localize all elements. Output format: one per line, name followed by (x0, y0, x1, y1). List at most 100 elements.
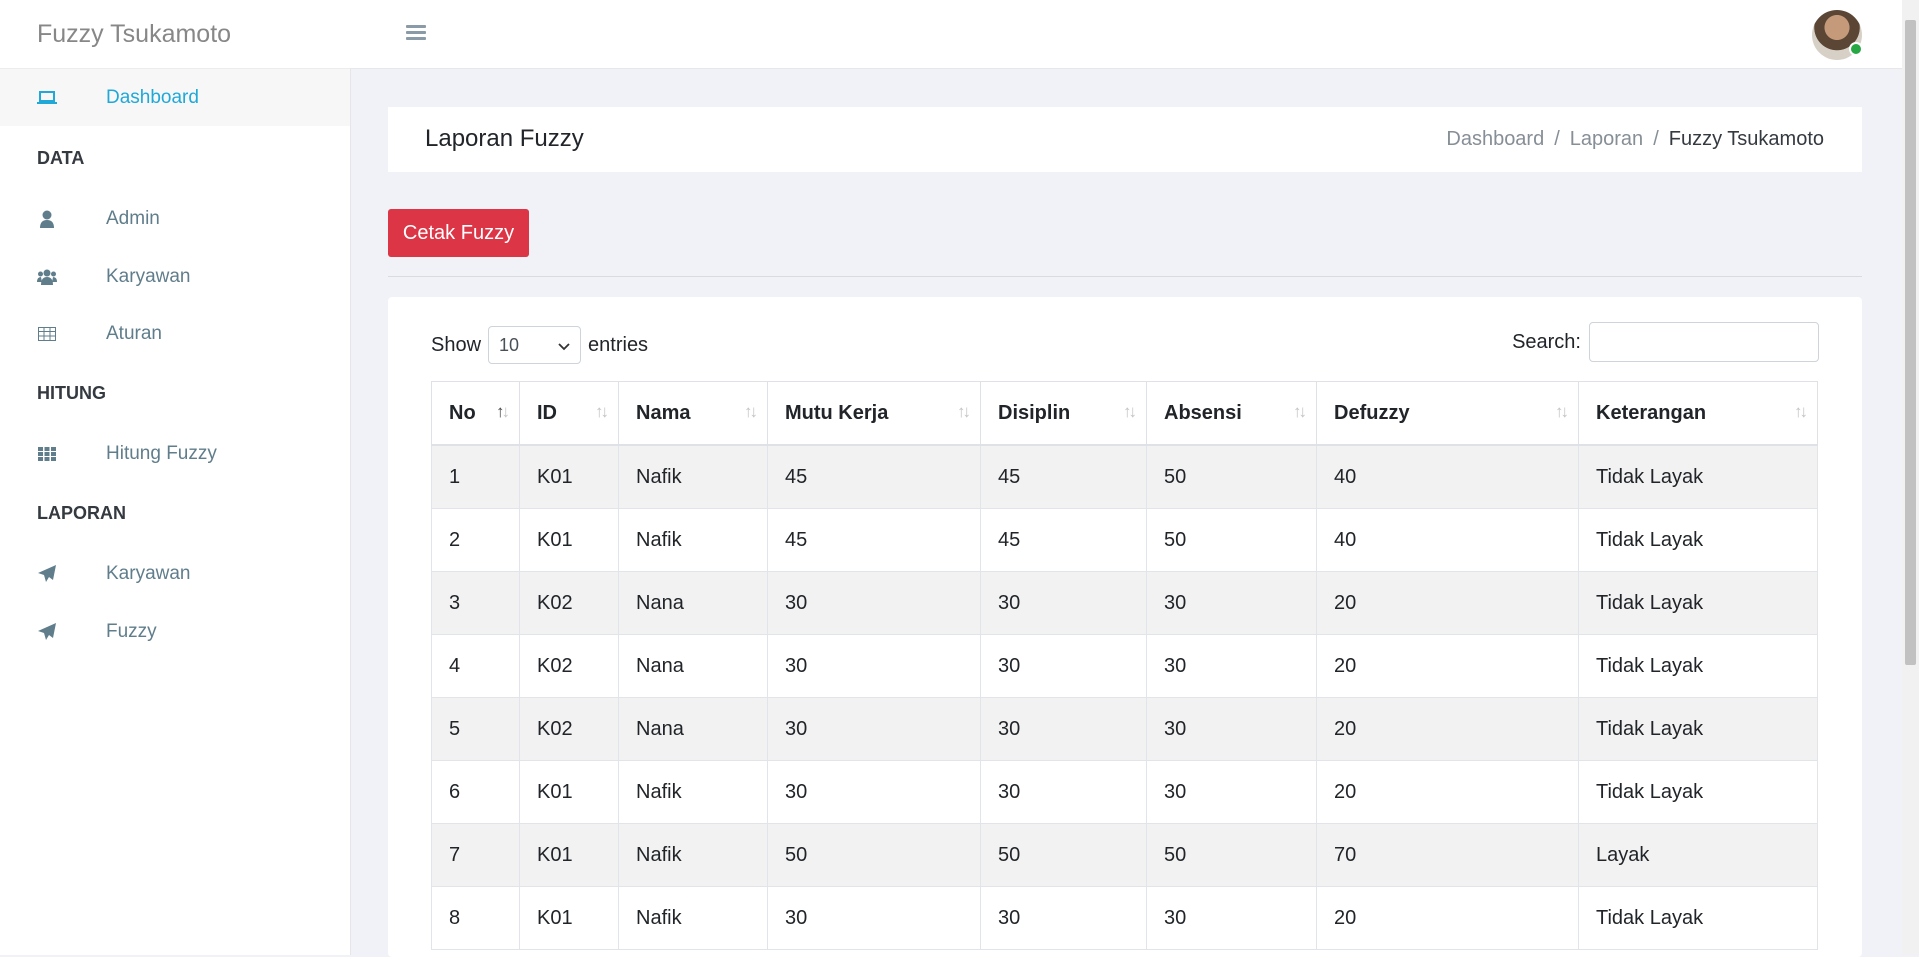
table-cell: K02 (519, 571, 619, 635)
divider (388, 276, 1862, 277)
sidebar-item-laporan-karyawan[interactable]: Karyawan (0, 545, 350, 602)
sort-icon: ↑↓ (1293, 402, 1307, 421)
table-cell: K01 (519, 760, 619, 824)
table-cell: 5 (431, 697, 520, 761)
table-row: 2 K01 Nafik 45 45 50 40 Tidak Layak (431, 508, 1818, 572)
entries-select[interactable]: 10 (488, 326, 582, 364)
top-header (350, 0, 1902, 69)
sidebar-item-aturan[interactable]: Aturan (0, 305, 350, 362)
table-cell: 30 (1146, 634, 1317, 698)
table-cell: 45 (767, 508, 981, 572)
column-header-label: ID (537, 401, 557, 424)
search-label: Search: (1512, 330, 1581, 353)
table-cell: K01 (519, 886, 619, 950)
breadcrumb-laporan[interactable]: Laporan (1570, 128, 1643, 151)
breadcrumb-separator: / (1554, 128, 1560, 150)
entries-label: entries (588, 333, 649, 356)
table-cell: K01 (519, 508, 619, 572)
sidebar-item-label: Aturan (106, 322, 162, 344)
column-header-no[interactable]: No ↑↓ (431, 381, 520, 446)
column-header-nama[interactable]: Nama ↑↓ (618, 381, 768, 446)
column-header-keterangan[interactable]: Keterangan ↑↓ (1578, 381, 1818, 446)
avatar[interactable] (1812, 10, 1863, 60)
table-cell: 8 (431, 886, 520, 950)
column-header-label: Absensi (1164, 401, 1242, 424)
table-cell: 45 (980, 508, 1147, 572)
table-row: 6 K01 Nafik 30 30 30 20 Tidak Layak (431, 760, 1818, 824)
table-row: 3 K02 Nana 30 30 30 20 Tidak Layak (431, 571, 1818, 635)
chevron-down-icon (558, 335, 570, 356)
search-control: Search: (1512, 322, 1819, 362)
table-cell: 30 (767, 886, 981, 950)
table-cell: 40 (1316, 508, 1579, 572)
sidebar-item-label: Karyawan (106, 562, 191, 584)
table-row: 8 K01 Nafik 30 30 30 20 Tidak Layak (431, 886, 1818, 950)
column-header-id[interactable]: ID ↑↓ (519, 381, 619, 446)
table-cell: 30 (1146, 571, 1317, 635)
table-cell: Nafik (618, 508, 768, 572)
table-cell: Tidak Layak (1578, 634, 1818, 698)
section-title-data: DATA (37, 148, 85, 168)
print-fuzzy-button[interactable]: Cetak Fuzzy (388, 209, 529, 257)
breadcrumb-current: Fuzzy Tsukamoto (1668, 128, 1824, 150)
table-cell: 45 (980, 444, 1147, 509)
scrollbar-thumb[interactable] (1905, 20, 1916, 665)
table-cell: 20 (1316, 697, 1579, 761)
sidebar-item-label: Admin (106, 207, 160, 229)
sort-icon: ↑↓ (1794, 402, 1808, 421)
sidebar-item-label: Dashboard (106, 86, 199, 108)
paper-plane-icon (37, 622, 57, 642)
column-header-absensi[interactable]: Absensi ↑↓ (1146, 381, 1317, 446)
paper-plane-icon (37, 564, 57, 584)
table-cell: 30 (767, 697, 981, 761)
table-cell: 30 (767, 634, 981, 698)
table-row: 7 K01 Nafik 50 50 50 70 Layak (431, 823, 1818, 887)
table-cell: Tidak Layak (1578, 508, 1818, 572)
table-cell: K02 (519, 634, 619, 698)
users-icon (37, 267, 57, 287)
report-card: Show 10 entries Search: No ↑↓ ID ↑↓ Nama ↑↓… (388, 297, 1862, 957)
table-cell: 20 (1316, 571, 1579, 635)
breadcrumb-dashboard[interactable]: Dashboard (1446, 128, 1544, 151)
table-cell: 30 (767, 760, 981, 824)
sidebar-item-admin[interactable]: Admin (0, 190, 350, 247)
scrollbar[interactable] (1902, 0, 1919, 955)
sidebar-item-karyawan[interactable]: Karyawan (0, 248, 350, 305)
table-cell: K02 (519, 697, 619, 761)
column-header-label: Disiplin (998, 401, 1071, 424)
table-cell: Tidak Layak (1578, 444, 1818, 509)
table-row: 4 K02 Nana 30 30 30 20 Tidak Layak (431, 634, 1818, 698)
table-cell: 3 (431, 571, 520, 635)
sort-icon: ↑↓ (744, 402, 758, 421)
brand-title[interactable]: Fuzzy Tsukamoto (0, 0, 350, 69)
menu-toggle-icon[interactable] (406, 25, 426, 41)
table-cell: 45 (767, 444, 981, 509)
table-header-row: No ↑↓ ID ↑↓ Nama ↑↓ Mutu Kerja ↑↓ Disiplin ↑↓… (431, 381, 1818, 446)
column-header-defuzzy[interactable]: Defuzzy ↑↓ (1316, 381, 1579, 446)
table-cell: 40 (1316, 444, 1579, 509)
table-cell: 30 (980, 886, 1147, 950)
column-header-mutu-kerja[interactable]: Mutu Kerja ↑↓ (767, 381, 981, 446)
entries-value: 10 (499, 334, 520, 355)
sidebar-item-laporan-fuzzy[interactable]: Fuzzy (0, 603, 350, 660)
table-cell: Nana (618, 571, 768, 635)
sort-icon: ↑↓ (1123, 402, 1137, 421)
column-header-disiplin[interactable]: Disiplin ↑↓ (980, 381, 1147, 446)
column-header-label: Keterangan (1596, 401, 1707, 424)
table-cell: Tidak Layak (1578, 760, 1818, 824)
table-cell: 50 (980, 823, 1147, 887)
table-cell: K01 (519, 444, 619, 509)
sort-icon: ↑↓ (957, 402, 971, 421)
sidebar-item-dashboard[interactable]: Dashboard (0, 69, 350, 126)
table-icon (37, 324, 57, 344)
laptop-icon (37, 88, 57, 108)
sidebar-item-hitung-fuzzy[interactable]: Hitung Fuzzy (0, 425, 350, 482)
table-cell: 30 (1146, 886, 1317, 950)
grid-icon (37, 444, 57, 464)
search-input[interactable] (1589, 322, 1819, 362)
table-cell: 30 (1146, 760, 1317, 824)
sidebar: Fuzzy Tsukamoto Dashboard DATA Admin Kar… (0, 0, 351, 955)
table-cell: 1 (431, 444, 520, 509)
table-cell: 6 (431, 760, 520, 824)
sort-icon: ↑↓ (1555, 402, 1569, 421)
